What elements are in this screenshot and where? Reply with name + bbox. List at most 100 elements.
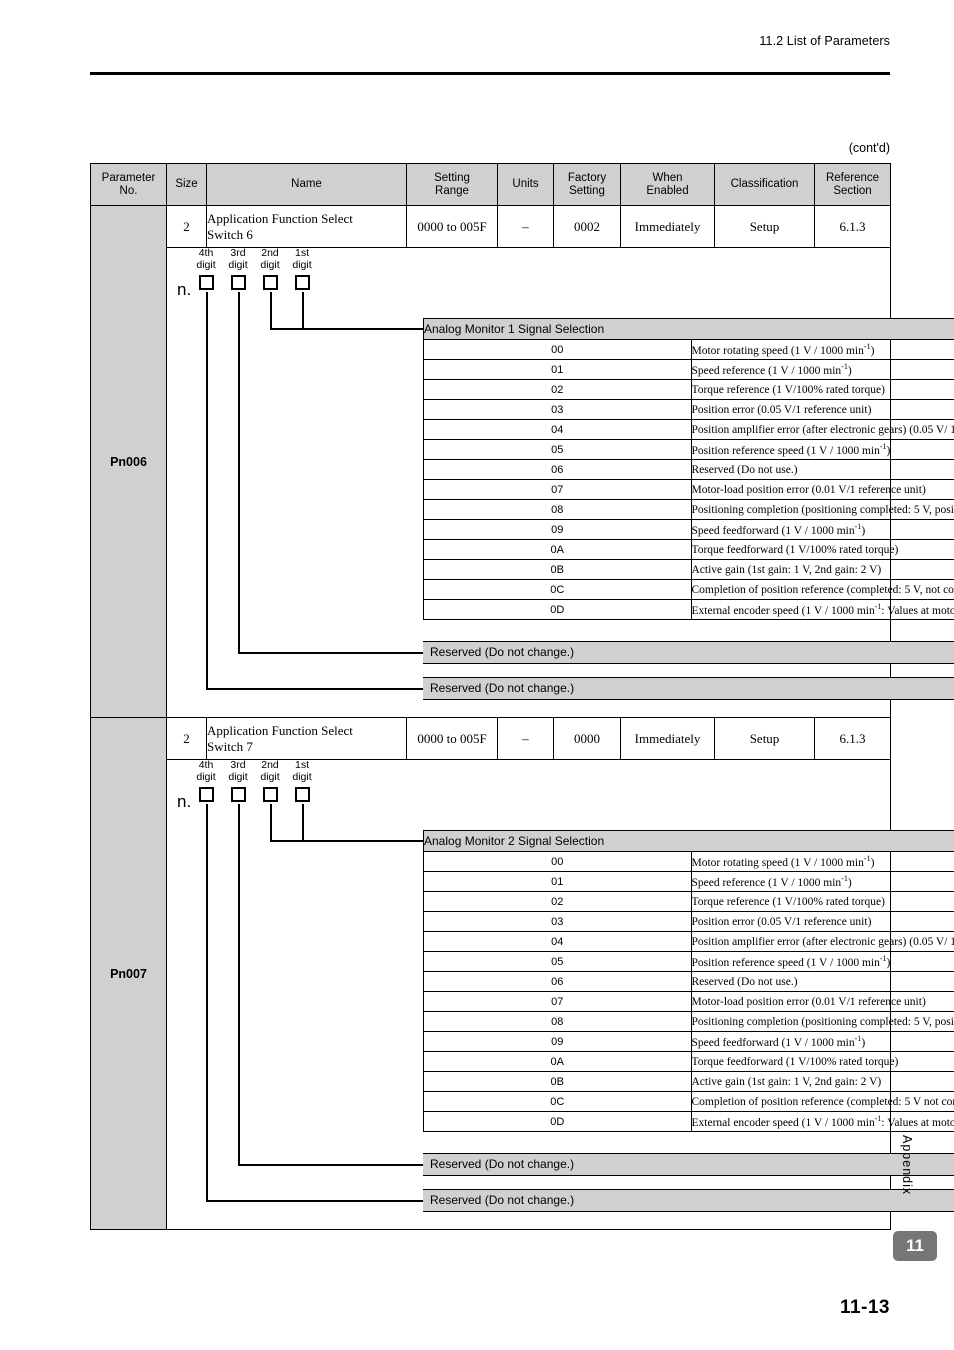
cell-reference-section: 6.1.3 xyxy=(814,717,891,760)
parameter-diagram-row-Pn007: n. 4th digit 3rd digit 2nd digit 1st digit Analog… xyxy=(91,759,954,1230)
cell-classification: Setup xyxy=(714,205,815,248)
cell-factory-setting: 0002 xyxy=(553,205,621,248)
connector-bus-reserved-4th xyxy=(206,688,423,690)
column-header-1: Size xyxy=(166,163,207,206)
cell-classification: Setup xyxy=(714,717,815,760)
signal-description: Position reference speed (1 V / 1000 min… xyxy=(690,439,954,460)
page-header: 11.2 List of Parameters xyxy=(0,0,954,82)
column-header-2: Name xyxy=(206,163,407,206)
connector-bus-analog-monitor xyxy=(270,328,423,330)
signal-row: 0C Completion of position reference (comp… xyxy=(423,1091,954,1112)
signal-description: Active gain (1st gain: 1 V, 2nd gain: 2 … xyxy=(690,1071,954,1092)
signal-code: 07 xyxy=(423,479,692,500)
signal-code: 0C xyxy=(423,579,692,600)
signal-description: Position amplifier error (after electron… xyxy=(690,419,954,440)
signal-description: Motor-load position error (0.01 V/1 refe… xyxy=(690,479,954,500)
signal-selection-table: Analog Monitor 1 Signal Selection 00 Motor… xyxy=(423,318,954,620)
signal-description: Speed feedforward (1 V / 1000 min-1) xyxy=(690,1031,954,1052)
signal-description: Positioning completion (positioning comp… xyxy=(690,1011,954,1032)
signal-row: 0B Active gain (1st gain: 1 V, 2nd gain: … xyxy=(423,559,954,580)
signal-description: External encoder speed (1 V / 1000 min-1… xyxy=(690,599,954,620)
signal-selection-table: Analog Monitor 2 Signal Selection 00 Motor… xyxy=(423,830,954,1132)
signal-row: 01 Speed reference (1 V / 1000 min-1) xyxy=(423,359,954,380)
connector-4th-digit xyxy=(206,292,208,688)
connector-4th-digit xyxy=(206,804,208,1200)
chapter-number-badge: 11 xyxy=(893,1231,937,1261)
signal-description: Motor rotating speed (1 V / 1000 min-1) xyxy=(690,851,954,872)
signal-row: 03 Position error (0.05 V/1 reference uni… xyxy=(423,911,954,932)
signal-description: Reserved (Do not use.) xyxy=(690,459,954,480)
signal-code: 0B xyxy=(423,1071,692,1092)
digit-label-3rd: 3rd digit xyxy=(228,759,248,783)
signal-row: 04 Position amplifier error (after electr… xyxy=(423,931,954,952)
cell-reference-section: 6.1.3 xyxy=(814,205,891,248)
parameter-diagram-row-Pn006: n. 4th digit 3rd digit 2nd digit 1st digit Analog… xyxy=(91,247,954,718)
parameter-table-body: Parameter No. Size Name Setting Range Units Fac… xyxy=(90,163,954,1230)
signal-row: 0A Torque feedforward (1 V/100% rated tor… xyxy=(423,1051,954,1072)
signal-row: 05 Position reference speed (1 V / 1000 m… xyxy=(423,439,954,460)
connector-2nd-digit xyxy=(270,292,272,328)
appendix-side-tab: Appendix xyxy=(900,1135,914,1196)
signal-code: 02 xyxy=(423,379,692,400)
signal-code: 0B xyxy=(423,559,692,580)
signal-description: Reserved (Do not use.) xyxy=(690,971,954,992)
signal-code: 08 xyxy=(423,499,692,520)
column-header-7: Classification xyxy=(714,163,815,206)
signal-code: 06 xyxy=(423,459,692,480)
cell-setting-range: 0000 to 005F xyxy=(406,717,498,760)
connector-2nd-digit xyxy=(270,804,272,840)
digit-prefix-label: n. xyxy=(177,792,192,811)
connector-1st-digit xyxy=(302,292,304,328)
digit-label-3rd: 3rd digit xyxy=(228,247,248,271)
column-header-0: Parameter No. xyxy=(90,163,167,206)
signal-row: 00 Motor rotating speed (1 V / 1000 min-1… xyxy=(423,339,954,360)
signal-selection-title: Analog Monitor 2 Signal Selection xyxy=(423,830,954,852)
signal-row: 0D External encoder speed (1 V / 1000 min… xyxy=(423,1111,954,1132)
connector-1st-digit xyxy=(302,804,304,840)
running-head-section-title: 11.2 List of Parameters xyxy=(759,34,890,48)
signal-description: Speed reference (1 V / 1000 min-1) xyxy=(690,359,954,380)
parameter-row-Pn007: Pn007 2 Application Function Select Switch … xyxy=(90,717,891,1230)
signal-row: 02 Torque reference (1 V/100% rated torqu… xyxy=(423,891,954,912)
signal-selection-title: Analog Monitor 1 Signal Selection xyxy=(423,318,954,340)
cell-name: Application Function Select Switch 7 xyxy=(206,717,407,760)
digit-box-1st xyxy=(295,787,310,802)
signal-code: 02 xyxy=(423,891,692,912)
signal-row: 0C Completion of position reference (comp… xyxy=(423,579,954,600)
cell-units: – xyxy=(497,717,554,760)
column-header-6: When Enabled xyxy=(620,163,715,206)
digit-prefix-label: n. xyxy=(177,280,192,299)
signal-code: 01 xyxy=(423,359,692,380)
digit-box-3rd xyxy=(231,275,246,290)
signal-description: Speed feedforward (1 V / 1000 min-1) xyxy=(690,519,954,540)
signal-row: 08 Positioning completion (positioning co… xyxy=(423,499,954,520)
signal-description: Completion of position reference (comple… xyxy=(690,579,954,600)
signal-row: 09 Speed feedforward (1 V / 1000 min-1) xyxy=(423,519,954,540)
connector-bus-reserved-4th xyxy=(206,1200,423,1202)
signal-code: 03 xyxy=(423,911,692,932)
column-header-5: Factory Setting xyxy=(553,163,621,206)
cell-size: 2 xyxy=(166,205,207,248)
signal-code: 04 xyxy=(423,419,692,440)
connector-3rd-digit xyxy=(238,292,240,652)
signal-code: 04 xyxy=(423,931,692,952)
parameter-row-Pn006: Pn006 2 Application Function Select Switch … xyxy=(90,205,891,718)
signal-code: 0D xyxy=(423,1111,692,1132)
signal-description: Position error (0.05 V/1 reference unit) xyxy=(690,399,954,420)
signal-description: Torque feedforward (1 V/100% rated torqu… xyxy=(690,1051,954,1072)
signal-row: 05 Position reference speed (1 V / 1000 m… xyxy=(423,951,954,972)
column-header-3: Setting Range xyxy=(406,163,498,206)
continued-label: (cont'd) xyxy=(848,141,890,155)
cell-size: 2 xyxy=(166,717,207,760)
digit-box-4th xyxy=(199,787,214,802)
signal-description: Position reference speed (1 V / 1000 min… xyxy=(690,951,954,972)
signal-code: 05 xyxy=(423,951,692,972)
signal-row: 03 Position error (0.05 V/1 reference uni… xyxy=(423,399,954,420)
signal-description: Position amplifier error (after electron… xyxy=(690,931,954,952)
cell-units: – xyxy=(497,205,554,248)
signal-description: Torque reference (1 V/100% rated torque) xyxy=(690,379,954,400)
signal-row: 07 Motor-load position error (0.01 V/1 re… xyxy=(423,479,954,500)
digit-box-3rd xyxy=(231,787,246,802)
signal-description: Motor-load position error (0.01 V/1 refe… xyxy=(690,991,954,1012)
cell-when-enabled: Immediately xyxy=(620,205,715,248)
